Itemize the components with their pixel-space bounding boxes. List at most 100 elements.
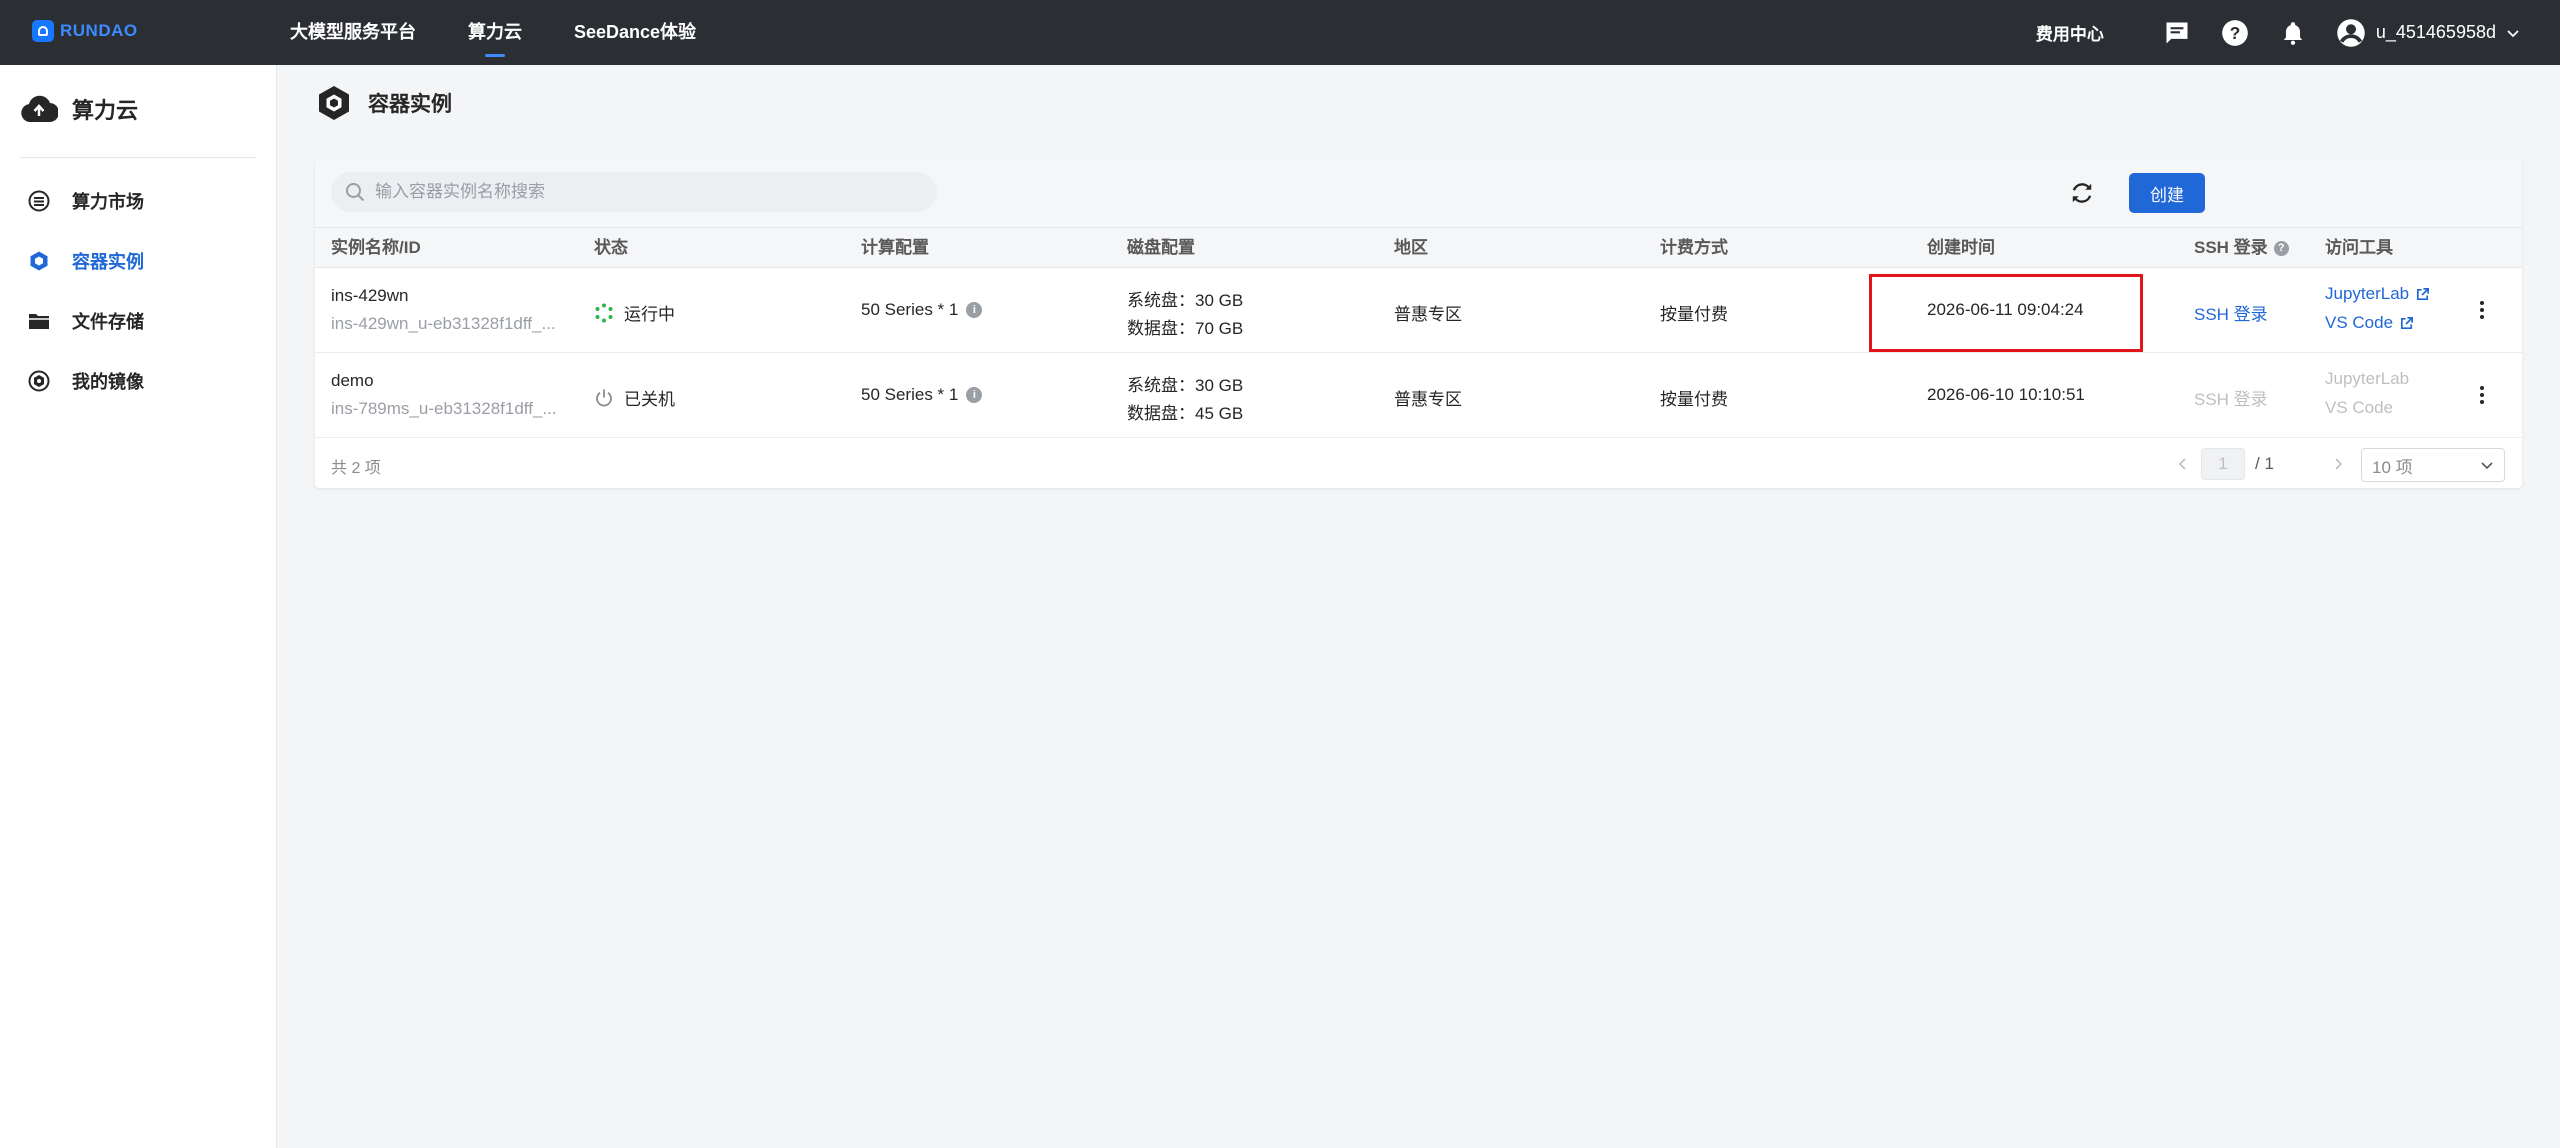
nav-compute-cloud[interactable]: 算力云 [468,0,522,65]
system-disk: 系统盘：30 GB [1127,291,1244,310]
col-name: 实例名称/ID [331,238,421,257]
compute-text: 50 Series * 1 [861,385,959,404]
sidebar-item-storage[interactable]: 文件存储 [28,291,144,351]
username: u_451465958d [2375,22,2496,42]
page-input[interactable]: 1 [2201,448,2245,480]
billing: 按量付费 [1660,305,1728,324]
status-badge: 运行中 [594,300,675,325]
col-region: 地区 [1394,238,1428,257]
user-menu[interactable]: u_451465958d [2336,18,2520,48]
logo-icon [32,20,54,42]
table-row: demo ins-789ms_u-eb31328f1dff_... 已关机 50… [315,353,2522,438]
sidebar-header: 算力云 [20,93,138,125]
col-ssh: SSH 登录 ? [2194,228,2289,268]
status-text: 运行中 [624,305,675,324]
instance-name: demo [331,371,374,390]
col-tools: 访问工具 [2325,238,2393,257]
page-title: 容器实例 [368,93,452,116]
billing: 按量付费 [1660,390,1728,409]
svg-text:?: ? [2230,22,2241,42]
sidebar-title: 算力云 [72,98,139,123]
cloud-icon [21,95,58,123]
sidebar-item-label: 我的镜像 [72,372,144,392]
sidebar: 算力云 算力市场 容器实例 文件存储 我的镜像 [0,65,277,1148]
sidebar-item-containers[interactable]: 容器实例 [28,231,144,291]
info-icon[interactable]: i [966,387,983,403]
instance-table-card: 创建 实例名称/ID 状态 计算配置 磁盘配置 地区 计费方式 创建时间 SSH… [315,159,2522,488]
compute-config: 50 Series * 1 i [861,300,983,320]
page-size-select[interactable]: 10 项 [2361,448,2505,482]
instance-id: ins-789ms_u-eb31328f1dff_... [331,399,557,418]
refresh-button[interactable] [2067,178,2097,208]
external-link-icon [2401,316,2414,329]
external-link-icon [2417,287,2430,300]
search-icon [346,183,365,202]
page-total: / 1 [2255,454,2274,473]
instance-id: ins-429wn_u-eb31328f1dff_... [331,314,556,333]
instance-name: ins-429wn [331,286,409,305]
jupyterlab-disabled: JupyterLab [2325,369,2410,388]
ssh-login-disabled: SSH 登录 [2194,390,2268,409]
col-compute: 计算配置 [861,238,929,257]
vscode-disabled: VS Code [2325,398,2394,417]
compute-config: 50 Series * 1 i [861,385,983,405]
pagination: 1 / 1 [2175,448,2346,480]
message-icon[interactable] [2162,18,2192,48]
compute-text: 50 Series * 1 [861,300,959,319]
sidebar-item-market[interactable]: 算力市场 [28,171,144,231]
prev-page-icon[interactable] [2175,456,2191,472]
vscode-link[interactable]: VS Code [2325,313,2414,333]
page-size-value: 10 项 [2372,457,2413,477]
region: 普惠专区 [1394,390,1462,409]
help-icon[interactable]: ? [2273,240,2289,256]
jupyterlab-link[interactable]: JupyterLab [2325,284,2430,304]
logo-text: RUNDAO [60,21,138,40]
sidebar-menu: 算力市场 容器实例 文件存储 我的镜像 [28,171,144,411]
sidebar-divider [20,157,256,158]
region: 普惠专区 [1394,305,1462,324]
user-icon [2337,18,2365,47]
sidebar-item-label: 容器实例 [72,252,144,272]
table-header: 实例名称/ID 状态 计算配置 磁盘配置 地区 计费方式 创建时间 SSH 登录… [315,228,2522,268]
folder-icon [29,314,49,329]
created-time: 2026-06-10 10:10:51 [1927,385,2085,404]
table-toolbar: 创建 [315,159,2522,228]
chevron-down-icon [2507,29,2519,37]
data-disk: 数据盘：70 GB [1127,319,1244,338]
help-icon[interactable]: ? [2220,18,2250,48]
bell-icon[interactable] [2278,18,2308,48]
top-nav: 大模型服务平台 算力云 SeeDance体验 [290,0,696,65]
table-footer: 共 2 项 1 / 1 10 项 [315,438,2522,488]
chevron-down-icon [2481,462,2493,470]
image-icon [28,370,50,392]
jupyterlab-label: JupyterLab [2325,284,2410,303]
fee-center-link[interactable]: 费用中心 [2036,20,2104,45]
page-header: 容器实例 [316,84,452,122]
nav-llm-platform[interactable]: 大模型服务平台 [290,0,416,65]
nav-seedance[interactable]: SeeDance体验 [574,0,696,65]
more-actions-button[interactable] [2472,380,2492,410]
next-page-icon[interactable] [2330,456,2346,472]
ssh-login-link[interactable]: SSH 登录 [2194,300,2268,325]
market-icon [28,190,50,212]
power-icon [596,389,612,406]
total-count: 共 2 项 [331,460,381,477]
data-disk: 数据盘：45 GB [1127,404,1244,423]
status-text: 已关机 [624,390,675,409]
container-icon [30,251,48,271]
refresh-icon [2072,183,2092,203]
status-badge: 已关机 [594,385,675,410]
sidebar-item-label: 文件存储 [72,312,144,332]
col-status: 状态 [594,238,628,257]
highlight-box [1869,274,2143,352]
info-icon[interactable]: i [966,302,983,318]
search-input[interactable] [375,182,915,202]
col-created: 创建时间 [1927,238,1995,257]
sidebar-item-images[interactable]: 我的镜像 [28,351,144,411]
create-button[interactable]: 创建 [2129,173,2205,213]
container-icon [319,86,349,120]
more-actions-button[interactable] [2472,295,2492,325]
system-disk: 系统盘：30 GB [1127,376,1244,395]
logo[interactable]: RUNDAO [32,20,138,42]
col-ssh-label: SSH 登录 [2194,238,2268,257]
